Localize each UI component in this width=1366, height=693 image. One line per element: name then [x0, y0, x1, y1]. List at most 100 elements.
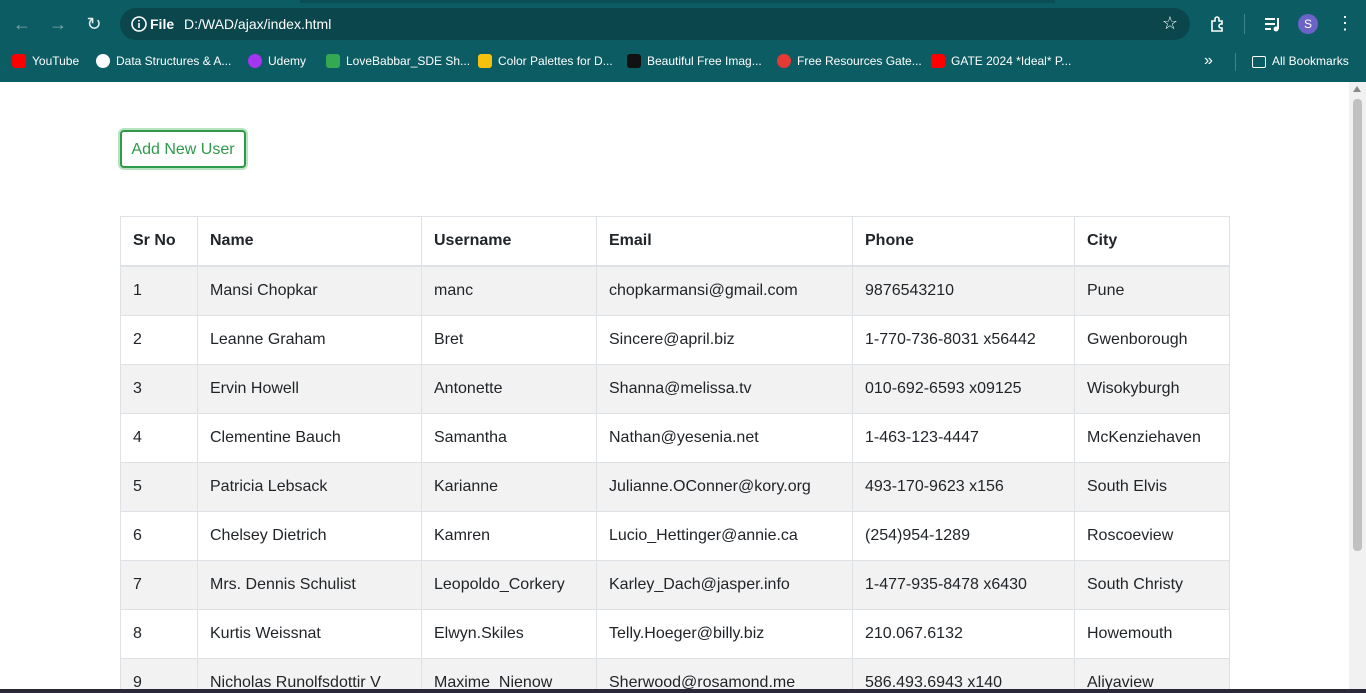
google-drive-icon	[326, 54, 340, 68]
column-header-username: Username	[421, 216, 597, 267]
browser-toolbar: ← → ↻ File D:/WAD/ajax/index.html ☆ S ⋮	[0, 4, 1366, 44]
youtube-icon	[12, 54, 26, 68]
cell-email: Telly.Hoeger@billy.biz	[596, 609, 853, 659]
all-bookmarks-button[interactable]: All Bookmarks	[1252, 53, 1349, 71]
cell-sr-no: 2	[120, 315, 198, 365]
cell-username: Bret	[421, 315, 597, 365]
cell-sr-no: 9	[120, 658, 198, 693]
cell-phone: 586.493.6943 x140	[852, 658, 1075, 693]
cell-phone: 493-170-9623 x156	[852, 462, 1075, 512]
cell-name: Nicholas Runolfsdottir V	[197, 658, 422, 693]
all-bookmarks-label: All Bookmarks	[1272, 54, 1349, 68]
page-scrollbar[interactable]	[1349, 82, 1366, 693]
cell-sr-no: 5	[120, 462, 198, 512]
bookmark-youtube[interactable]: YouTube	[12, 53, 79, 71]
bookmark-label: Color Palettes for D...	[498, 54, 613, 68]
cell-name: Kurtis Weissnat	[197, 609, 422, 659]
back-arrow-icon[interactable]: ←	[10, 12, 34, 36]
profile-avatar[interactable]: S	[1298, 14, 1318, 34]
cell-username: Kamren	[421, 511, 597, 561]
site-icon	[96, 54, 110, 68]
cell-city: Roscoeview	[1074, 511, 1230, 561]
unsplash-icon	[627, 54, 641, 68]
column-header-city: City	[1074, 216, 1230, 267]
bookmark-label: LoveBabbar_SDE Sh...	[346, 54, 471, 68]
cell-email: Sincere@april.biz	[596, 315, 853, 365]
cell-phone: (254)954-1289	[852, 511, 1075, 561]
bookmarks-bar: YouTube Data Structures & A... Udemy Lov…	[0, 47, 1366, 77]
bookmark-label: YouTube	[32, 54, 80, 68]
cell-name: Clementine Bauch	[197, 413, 422, 463]
bookmark-free-images[interactable]: Beautiful Free Imag...	[627, 53, 762, 71]
cell-name: Mrs. Dennis Schulist	[197, 560, 422, 610]
info-icon[interactable]	[130, 15, 148, 33]
bookmark-label: Free Resources Gate...	[797, 54, 922, 68]
table-row: 1 Mansi Chopkar manc chopkarmansi@gmail.com…	[120, 265, 1230, 316]
cell-username: manc	[421, 265, 597, 316]
extensions-puzzle-icon[interactable]	[1208, 14, 1228, 34]
cell-city: South Elvis	[1074, 462, 1230, 512]
address-bar[interactable]: File D:/WAD/ajax/index.html ☆	[120, 8, 1190, 40]
cell-phone: 9876543210	[852, 265, 1075, 316]
bookmark-label: GATE 2024 *Ideal* P...	[951, 54, 1072, 68]
page-content: Add New User Sr No Name Username Email P…	[0, 82, 1366, 693]
table-row: 3 Ervin Howell Antonette Shanna@melissa.tv 0…	[120, 364, 1230, 414]
table-row: 7 Mrs. Dennis Schulist Leopoldo_Corkery Kar…	[120, 560, 1230, 610]
bookmark-lovebabbar[interactable]: LoveBabbar_SDE Sh...	[326, 53, 470, 71]
cell-email: Karley_Dach@jasper.info	[596, 560, 853, 610]
table-row: 8 Kurtis Weissnat Elwyn.Skiles Telly.Hoeger…	[120, 609, 1230, 659]
more-menu-icon[interactable]: ⋮	[1336, 12, 1354, 34]
bookmark-data-structures[interactable]: Data Structures & A...	[96, 53, 231, 71]
cell-name: Mansi Chopkar	[197, 265, 422, 316]
cell-city: McKenziehaven	[1074, 413, 1230, 463]
cell-username: Elwyn.Skiles	[421, 609, 597, 659]
cell-username: Karianne	[421, 462, 597, 512]
udemy-icon	[248, 54, 262, 68]
cell-phone: 1-463-123-4447	[852, 413, 1075, 463]
cell-username: Maxime_Nienow	[421, 658, 597, 693]
site-icon	[777, 54, 791, 68]
table-row: 4 Clementine Bauch Samantha Nathan@yesenia.…	[120, 413, 1230, 463]
bookmark-star-icon[interactable]: ☆	[1162, 13, 1178, 34]
cell-name: Leanne Graham	[197, 315, 422, 365]
active-tab-indicator	[300, 0, 1055, 3]
cell-name: Patricia Lebsack	[197, 462, 422, 512]
bookmark-gate-2024[interactable]: GATE 2024 *Ideal* P...	[931, 53, 1071, 71]
forward-arrow-icon[interactable]: →	[46, 12, 70, 36]
reload-icon[interactable]: ↻	[82, 12, 106, 36]
cell-city: South Christy	[1074, 560, 1230, 610]
cell-sr-no: 1	[120, 265, 198, 316]
column-header-phone: Phone	[852, 216, 1075, 267]
add-new-user-button[interactable]: Add New User	[120, 130, 246, 168]
bookmark-udemy[interactable]: Udemy	[248, 53, 306, 71]
cell-name: Ervin Howell	[197, 364, 422, 414]
palette-icon	[478, 54, 492, 68]
table-row: 2 Leanne Graham Bret Sincere@april.biz 1-770…	[120, 315, 1230, 365]
column-header-email: Email	[596, 216, 853, 267]
bookmark-free-resources[interactable]: Free Resources Gate...	[777, 53, 922, 71]
cell-sr-no: 6	[120, 511, 198, 561]
cell-phone: 210.067.6132	[852, 609, 1075, 659]
bookmark-color-palettes[interactable]: Color Palettes for D...	[478, 53, 613, 71]
table-row: 9 Nicholas Runolfsdottir V Maxime_Nienow Sh…	[120, 658, 1230, 693]
scrollbar-thumb[interactable]	[1353, 99, 1362, 551]
url-text[interactable]: D:/WAD/ajax/index.html	[184, 16, 331, 32]
table-row: 6 Chelsey Dietrich Kamren Lucio_Hettinger@a…	[120, 511, 1230, 561]
cell-city: Aliyaview	[1074, 658, 1230, 693]
column-header-sr-no: Sr No	[120, 216, 198, 267]
cell-sr-no: 7	[120, 560, 198, 610]
toolbar-divider	[1244, 14, 1245, 34]
cell-phone: 1-477-935-8478 x6430	[852, 560, 1075, 610]
cell-username: Leopoldo_Corkery	[421, 560, 597, 610]
cell-sr-no: 8	[120, 609, 198, 659]
cell-phone: 1-770-736-8031 x56442	[852, 315, 1075, 365]
media-controls-icon[interactable]	[1262, 14, 1282, 34]
folder-icon	[1252, 56, 1266, 68]
cell-sr-no: 4	[120, 413, 198, 463]
cell-email: Lucio_Hettinger@annie.ca	[596, 511, 853, 561]
bookmark-label: Udemy	[268, 54, 307, 68]
scroll-up-arrow-icon[interactable]	[1353, 86, 1361, 92]
more-bookmarks-chevron-icon[interactable]: »	[1204, 53, 1213, 71]
browser-chrome: ← → ↻ File D:/WAD/ajax/index.html ☆ S ⋮	[0, 0, 1366, 82]
cell-email: chopkarmansi@gmail.com	[596, 265, 853, 316]
